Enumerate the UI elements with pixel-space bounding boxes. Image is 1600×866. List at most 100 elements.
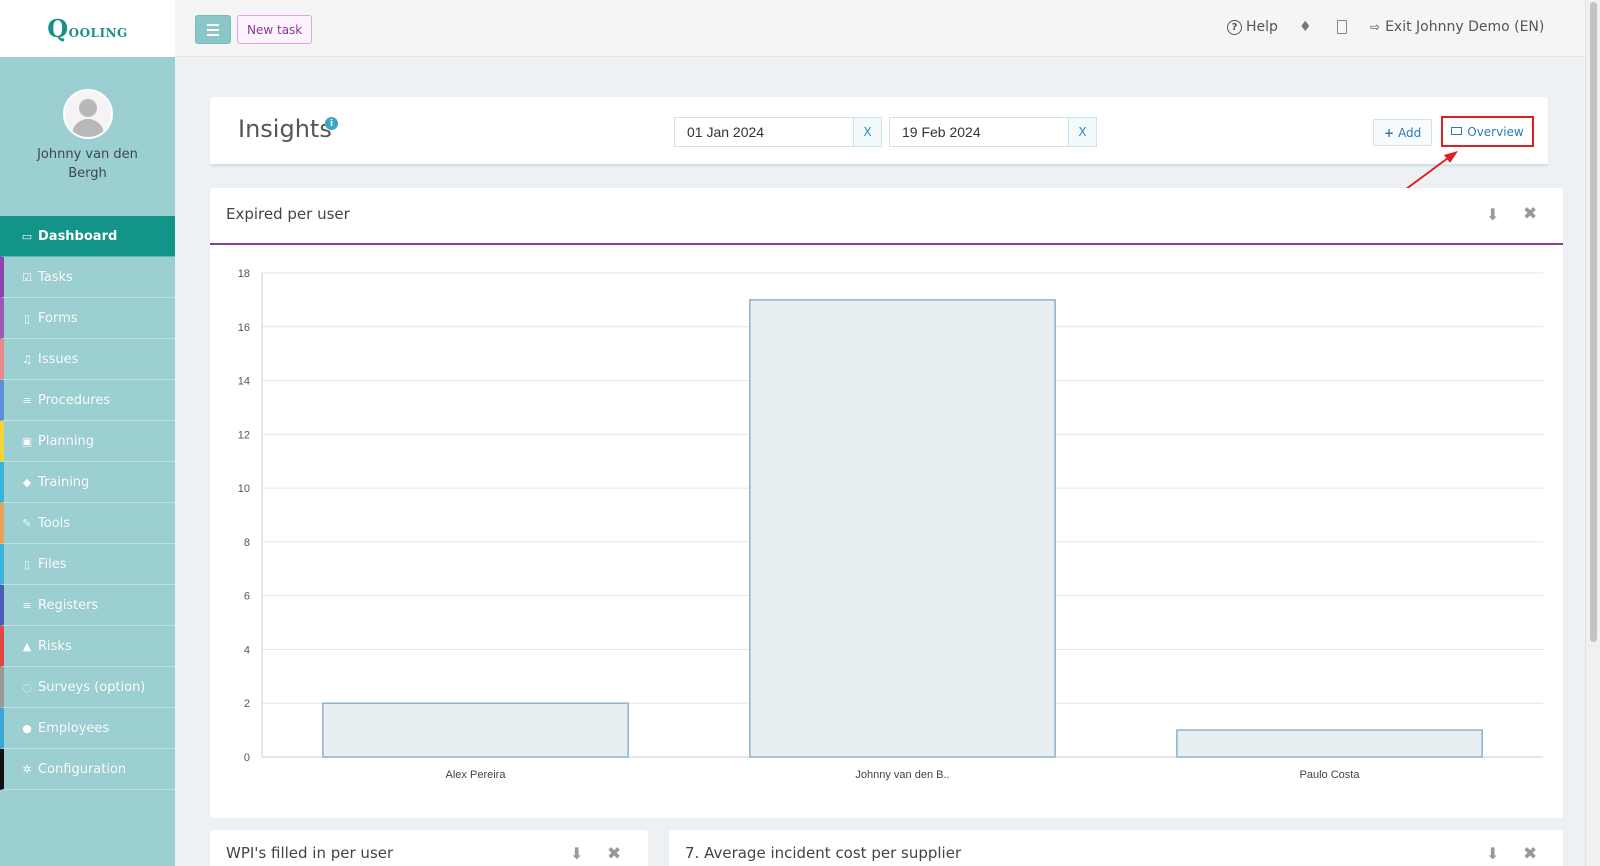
sidebar-item-label: Registers — [38, 597, 99, 613]
gear-icon: ✲ — [22, 762, 32, 776]
info-icon[interactable]: i — [325, 117, 338, 130]
y-tick-label: 6 — [244, 591, 250, 603]
manual-book-icon[interactable] — [1337, 20, 1347, 34]
comment-icon: ◌ — [22, 680, 32, 694]
sidebar-item-procedures[interactable]: ≡ Procedures — [0, 380, 175, 421]
add-label: Add — [1398, 125, 1422, 140]
avatar[interactable] — [62, 89, 113, 139]
profile-name: Johnny van den Bergh — [37, 147, 138, 181]
monitor-icon — [1451, 126, 1463, 135]
graduation-cap-icon: ◆ — [22, 475, 32, 489]
date-from-clear-button[interactable]: X — [853, 117, 882, 147]
page-scrollbar[interactable] — [1585, 0, 1600, 866]
sidebar-item-forms[interactable]: ▯ Forms — [0, 298, 175, 339]
notifications-bell-icon[interactable]: ♦ — [1299, 19, 1312, 35]
bar-chart: 0 2 4 6 8 10 12 14 16 18 Alex Pereira Johnny van de… — [238, 268, 1543, 781]
wpi-card-title: WPI's filled in per user — [226, 844, 394, 862]
checkbox-icon: ☑ — [22, 270, 32, 284]
scrollbar-thumb[interactable] — [1590, 2, 1597, 642]
y-tick-label: 12 — [238, 429, 250, 441]
y-tick-label: 16 — [238, 322, 250, 334]
sidebar-item-label: Risks — [38, 638, 72, 654]
new-task-button[interactable]: New task — [237, 15, 313, 44]
sidebar-item-label: Surveys (option) — [38, 679, 146, 695]
list-icon: ≡ — [22, 393, 32, 407]
y-tick-label: 2 — [244, 698, 250, 710]
sign-out-icon: ⇨ — [1370, 20, 1381, 34]
file-icon: ▯ — [23, 557, 31, 571]
incident-cost-card-title: 7. Average incident cost per supplier — [685, 844, 962, 862]
help-label: Help — [1246, 19, 1278, 35]
overview-button[interactable]: Overview — [1441, 116, 1534, 147]
bar — [1176, 729, 1483, 758]
insights-header: Insights i X X +Add Overview — [210, 97, 1548, 166]
calendar-icon: ▣ — [21, 434, 33, 448]
wpi-card: WPI's filled in per user ⬇ ✖ — [210, 830, 648, 866]
sidebar-item-label: Tasks — [38, 269, 73, 285]
date-from-input[interactable] — [674, 117, 853, 147]
y-tick-label: 18 — [238, 268, 250, 280]
sidebar-item-label: Forms — [38, 310, 78, 326]
sidebar-item-training[interactable]: ◆ Training — [0, 462, 175, 503]
sidebar-item-registers[interactable]: ≡ Registers — [0, 585, 175, 626]
topbar: New task ? Help ♦ ⇨ Exit Johnny Demo (EN) — [175, 0, 1585, 57]
incident-cost-card: 7. Average incident cost per supplier ⬇ … — [669, 830, 1563, 866]
wrench-icon: ✎ — [22, 516, 32, 530]
download-icon[interactable]: ⬇ — [570, 844, 583, 863]
sidebar-item-label: Configuration — [38, 761, 127, 777]
help-icon: ? — [1227, 19, 1242, 35]
sidebar-item-issues[interactable]: ♫ Issues — [0, 339, 175, 380]
sidebar-item-label: Issues — [38, 351, 79, 367]
page-title: Insights — [238, 115, 332, 143]
logo-bar: Qooling — [0, 0, 175, 57]
exit-demo-link[interactable]: ⇨ Exit Johnny Demo (EN) — [1370, 19, 1544, 35]
y-tick-label: 10 — [238, 483, 250, 495]
help-link[interactable]: ? Help — [1227, 19, 1278, 35]
sidebar-item-label: Files — [38, 556, 67, 572]
bell-icon: ♫ — [22, 352, 32, 366]
sidebar: Qooling Johnny van den Bergh ▭ Dashboard ☑… — [0, 0, 175, 866]
exit-label: Exit Johnny Demo (EN) — [1385, 19, 1545, 35]
qooling-logo[interactable]: Qooling — [47, 14, 128, 43]
date-to-group: X — [889, 117, 1097, 147]
sidebar-item-label: Tools — [38, 515, 71, 531]
sidebar-item-tools[interactable]: ✎ Tools — [0, 503, 175, 544]
bar — [322, 702, 629, 758]
add-button[interactable]: + Add — [1373, 119, 1433, 146]
expired-per-user-card: Expired per user ⬇ ✖ 0 2 4 6 8 10 12 14 16 18 Alex… — [210, 188, 1563, 818]
sidebar-item-tasks[interactable]: ☑ Tasks — [0, 257, 175, 298]
bar — [749, 299, 1056, 758]
sidebar-item-dashboard[interactable]: ▭ Dashboard — [0, 216, 175, 257]
date-from-group: X — [674, 117, 882, 147]
sidebar-item-configuration[interactable]: ✲ Configuration — [0, 749, 175, 790]
monitor-icon: ▭ — [21, 229, 33, 243]
y-tick-label: 14 — [238, 376, 250, 388]
sidebar-item-employees[interactable]: ● Employees — [0, 708, 175, 749]
y-tick-label: 8 — [244, 537, 250, 549]
sidebar-item-label: Employees — [38, 720, 110, 736]
sidebar-item-label: Procedures — [38, 392, 111, 408]
x-tick-label: Paulo Costa — [1300, 769, 1361, 781]
sidebar-nav: ▭ Dashboard ☑ Tasks ▯ Forms ♫ Issues ≡ Procedures… — [0, 216, 175, 790]
close-icon[interactable]: ✖ — [1523, 844, 1537, 864]
x-tick-label: Alex Pereira — [446, 769, 507, 781]
date-to-clear-button[interactable]: X — [1068, 117, 1097, 147]
y-tick-label: 0 — [244, 752, 250, 764]
users-icon: ● — [22, 721, 32, 735]
list-icon: ≡ — [22, 598, 32, 612]
x-tick-label: Johnny van den B.. — [855, 769, 949, 781]
warning-icon: ▲ — [22, 639, 32, 653]
sidebar-item-surveys-option[interactable]: ◌ Surveys (option) — [0, 667, 175, 708]
document-icon: ▯ — [23, 311, 31, 325]
download-icon[interactable]: ⬇ — [1486, 844, 1499, 863]
date-to-input[interactable] — [889, 117, 1068, 147]
close-icon[interactable]: ✖ — [607, 844, 621, 864]
overview-label: Overview — [1467, 124, 1524, 139]
sidebar-item-files[interactable]: ▯ Files — [0, 544, 175, 585]
sidebar-item-label: Planning — [38, 433, 94, 449]
hamburger-menu-button[interactable] — [195, 15, 231, 44]
sidebar-item-risks[interactable]: ▲ Risks — [0, 626, 175, 667]
sidebar-item-planning[interactable]: ▣ Planning — [0, 421, 175, 462]
user-profile: Johnny van den Bergh — [0, 57, 175, 216]
sidebar-item-label: Training — [38, 474, 90, 490]
